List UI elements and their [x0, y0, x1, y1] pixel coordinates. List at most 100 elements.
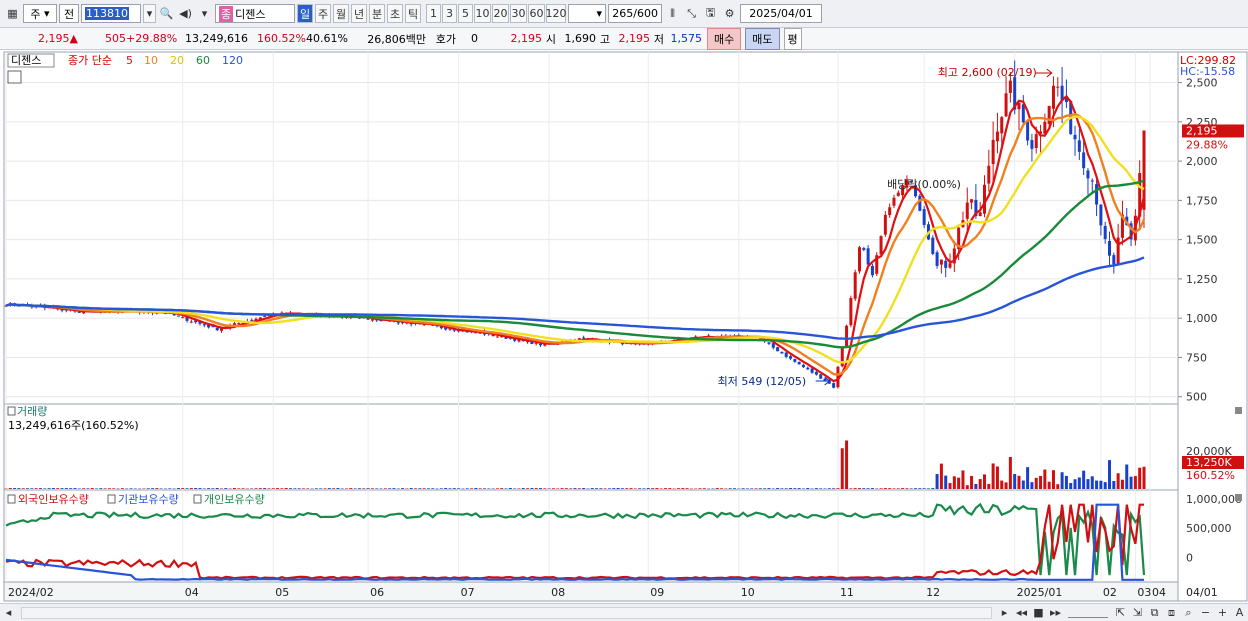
stock-name-field[interactable]: 종 디젠스: [215, 4, 295, 23]
tool3-icon[interactable]: ⧉: [1146, 605, 1163, 621]
search-icon[interactable]: 🔍: [158, 4, 175, 23]
volume-bar: [914, 488, 918, 489]
draw-tool-icon[interactable]: ⤡: [683, 4, 700, 23]
volume-bar: [857, 488, 862, 489]
interval-20[interactable]: 20: [492, 4, 509, 23]
volume-bar: [720, 488, 724, 489]
tool1-icon[interactable]: ⇱: [1112, 605, 1129, 621]
scroll-left-icon[interactable]: ◂: [0, 605, 17, 621]
volume-bar: [1112, 480, 1116, 489]
volume-bar: [220, 488, 224, 489]
volume-grid-icon: [7, 406, 16, 416]
step-forward-icon[interactable]: ▸▸: [1047, 605, 1064, 621]
x-tick-label: 11: [840, 586, 854, 599]
chart-area[interactable]: 2,5002,2502,0001,7501,5001,2501,00075050…: [0, 51, 1248, 603]
volume-bar: [983, 474, 987, 489]
candle-body: [845, 325, 849, 347]
tool4-icon[interactable]: ⧈: [1163, 605, 1180, 621]
interval-5[interactable]: 5: [458, 4, 473, 23]
zoom-slider[interactable]: [1068, 608, 1108, 618]
interval-10[interactable]: 10: [474, 4, 491, 23]
x-tick-label: 08: [551, 586, 565, 599]
volume-bar: [95, 488, 99, 490]
volume-bar: [336, 488, 340, 489]
low-label: 저: [653, 32, 664, 46]
gear-icon[interactable]: ⚙: [721, 4, 738, 23]
candle-icon[interactable]: ⫴: [664, 4, 681, 23]
candle-body: [215, 327, 219, 331]
candle-body: [250, 319, 254, 321]
font-size-icon[interactable]: A: [1231, 605, 1248, 621]
scrollbar-track[interactable]: [21, 606, 992, 619]
period-week[interactable]: 주: [315, 4, 331, 23]
zoom-icon[interactable]: ⌕: [1180, 605, 1197, 621]
interval-1[interactable]: 1: [426, 4, 441, 23]
series-individual: 개인보유수량: [204, 493, 265, 506]
y-tick-label: 2,000: [1186, 155, 1218, 168]
volume-bar: [168, 488, 172, 489]
interval-30[interactable]: 30: [510, 4, 527, 23]
play-icon[interactable]: ▸: [996, 605, 1013, 621]
period-sec[interactable]: 초: [387, 4, 403, 23]
holding-tick: 0: [1186, 552, 1193, 565]
stop-icon[interactable]: ■: [1030, 605, 1047, 621]
volume-bar: [370, 488, 374, 489]
market2-select[interactable]: 전: [59, 4, 79, 23]
interval-3[interactable]: 3: [442, 4, 457, 23]
x-tick-label: 02: [1103, 586, 1117, 599]
volume-bar: [689, 488, 693, 490]
period-tick[interactable]: 틱: [405, 4, 421, 23]
volume-bar: [1125, 464, 1129, 489]
save-icon[interactable]: 🖫: [702, 4, 719, 23]
volume-bar: [745, 488, 749, 489]
volume-bar: [810, 488, 814, 490]
volume-bar: [103, 488, 107, 489]
volume-bar: [185, 488, 189, 489]
period-min[interactable]: 분: [369, 4, 385, 23]
volume-bar: [405, 488, 409, 490]
period-month[interactable]: 월: [333, 4, 349, 23]
interval-120[interactable]: 120: [546, 4, 567, 23]
buy-button[interactable]: 매수: [707, 27, 742, 50]
layout-icon[interactable]: ▦: [4, 4, 21, 23]
period-year[interactable]: 년: [351, 4, 367, 23]
count-field[interactable]: 265/600: [608, 4, 662, 23]
tool2-icon[interactable]: ⇲: [1129, 605, 1146, 621]
interval-60[interactable]: 60: [528, 4, 545, 23]
sell-button[interactable]: 매도: [745, 27, 780, 50]
high: 2,195: [618, 32, 651, 45]
volume-bar: [707, 488, 711, 490]
candle-body: [1099, 204, 1103, 226]
volume-bar: [310, 488, 314, 490]
speaker-icon[interactable]: ◀): [177, 4, 194, 23]
candle-body: [263, 316, 267, 318]
quote-bar: 2,195▲ 505 +29.88% 13,249,616 160.52% 40…: [0, 27, 1248, 50]
candle-body: [931, 237, 935, 254]
volume-bar: [112, 488, 116, 489]
interval-dropdown[interactable]: ▾: [568, 4, 606, 23]
avg-button[interactable]: 평: [783, 27, 802, 50]
volume-bar: [439, 488, 443, 489]
legend-indicator: 종가 단순: [68, 54, 112, 67]
candle-body: [866, 248, 870, 265]
market-select[interactable]: 주 ▾: [23, 4, 57, 23]
volume-bar: [776, 488, 780, 489]
holding-close-icon: [1235, 494, 1242, 501]
zoom-in-icon[interactable]: +: [1214, 605, 1231, 621]
volume-bar: [978, 479, 982, 489]
volume-bar: [474, 488, 478, 489]
code-input[interactable]: 113810: [81, 4, 141, 23]
period-day[interactable]: 일: [297, 4, 313, 23]
candle-body: [495, 336, 499, 338]
volume-bar: [926, 488, 930, 489]
candle-body: [1021, 104, 1025, 123]
chevron-down-icon[interactable]: ▾: [196, 4, 213, 23]
zoom-out-icon[interactable]: −: [1197, 605, 1214, 621]
change: 505: [105, 32, 126, 45]
bid-label: 호가: [435, 32, 456, 46]
volume-bar: [883, 488, 887, 489]
code-dropdown[interactable]: ▾: [143, 4, 156, 23]
step-back-icon[interactable]: ◂◂: [1013, 605, 1030, 621]
candle-body: [202, 324, 206, 326]
date-field[interactable]: 2025/04/01: [740, 4, 822, 23]
